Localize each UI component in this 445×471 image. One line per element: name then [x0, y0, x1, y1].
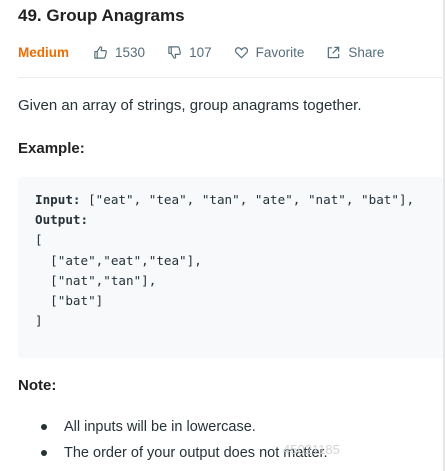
note-item: The order of your output does not matter… [18, 440, 328, 466]
share-label: Share [348, 44, 385, 60]
difficulty-badge: Medium [18, 44, 70, 60]
output-label: Output: [35, 212, 89, 228]
code-line-output: [ [35, 232, 43, 248]
code-line-output-label: Output: [35, 210, 443, 230]
note-heading: Note: [18, 377, 57, 394]
heart-icon [234, 46, 248, 58]
problem-description: Given an array of strings, group anagram… [18, 97, 362, 114]
code-line-input: Input: ["eat", "tea", "tan", "ate", "nat… [35, 190, 443, 210]
thumbs-down-icon [168, 45, 181, 59]
note-list: All inputs will be in lowercase. The ord… [18, 414, 328, 466]
thumbs-up-icon [94, 45, 107, 59]
header-divider [18, 77, 445, 78]
problem-panel: 49. Group Anagrams Medium 1530 107 Favor… [0, 0, 445, 471]
problem-title: 49. Group Anagrams [18, 6, 185, 25]
note-item: All inputs will be in lowercase. [18, 414, 328, 440]
problem-meta-bar: Medium 1530 107 Favorite Share [18, 42, 406, 62]
like-count: 1530 [115, 44, 146, 60]
dislike-count: 107 [189, 44, 212, 60]
share-icon [328, 46, 340, 58]
favorite-button[interactable]: Favorite [234, 44, 305, 60]
like-button[interactable]: 1530 [93, 45, 145, 60]
code-line-output: ] [35, 313, 43, 329]
dislike-button[interactable]: 107 [167, 45, 212, 60]
favorite-label: Favorite [255, 44, 305, 60]
code-line-output: ["ate","eat","tea"], [35, 252, 202, 268]
share-button[interactable]: Share [326, 45, 384, 60]
input-label: Input: [35, 192, 81, 207]
code-line-output: ["nat","tan"], [35, 272, 157, 288]
example-heading: Example: [18, 140, 85, 157]
code-line-output: ["bat"] [35, 292, 104, 308]
example-code-block: Input: ["eat", "tea", "tan", "ate", "nat… [18, 177, 443, 358]
input-value: ["eat", "tea", "tan", "ate", "nat", "bat… [80, 192, 415, 207]
